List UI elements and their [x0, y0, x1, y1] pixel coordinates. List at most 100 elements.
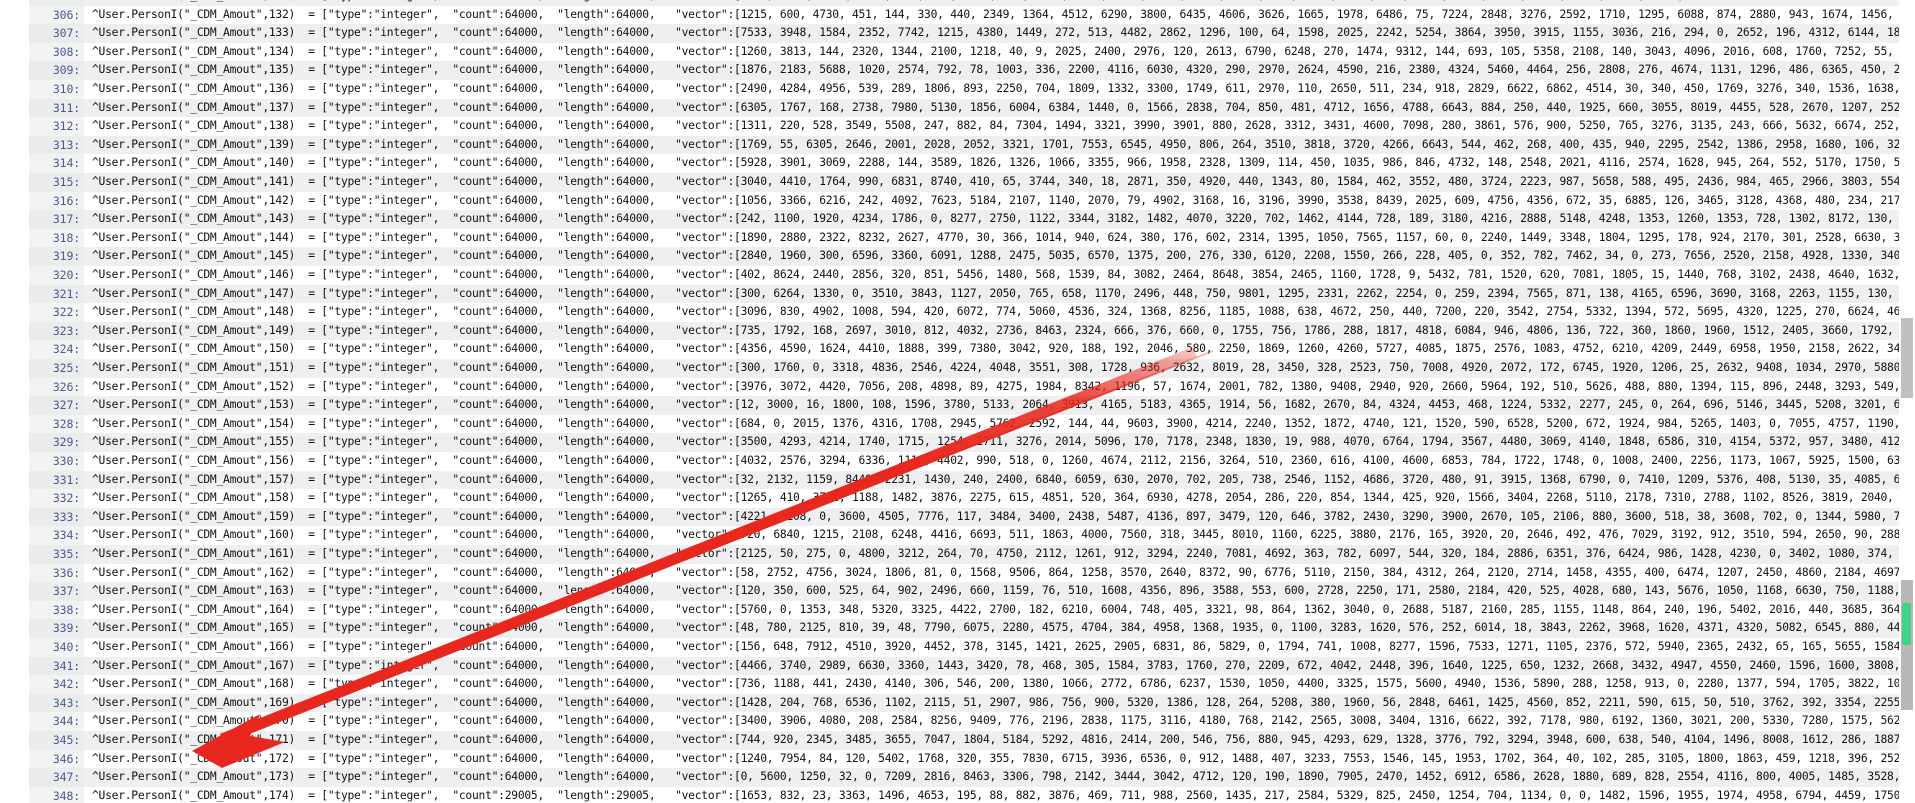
- line-number: 332:: [29, 489, 84, 508]
- code-line-row[interactable]: 313: ^User.PersonI("_CDM_Amout",139) = ["…: [0, 135, 1915, 155]
- line-number: 311:: [29, 98, 84, 118]
- code-line-row[interactable]: 307: ^User.PersonI("_CDM_Amout",133) = ["…: [0, 24, 1915, 43]
- code-line-row[interactable]: 315: ^User.PersonI("_CDM_Amout",141) = ["…: [0, 173, 1915, 192]
- line-number: 324:: [29, 340, 84, 359]
- code-line-row[interactable]: 348: ^User.PersonI("_CDM_Amout",174) = ["…: [0, 786, 1915, 803]
- scrollbar-thumb-upper[interactable]: [1901, 318, 1913, 398]
- code-line-row[interactable]: 323: ^User.PersonI("_CDM_Amout",149) = ["…: [0, 321, 1915, 341]
- line-number: 331:: [29, 470, 84, 490]
- code-line-row[interactable]: 322: ^User.PersonI("_CDM_Amout",148) = ["…: [0, 303, 1915, 322]
- code-line-text: ^User.PersonI("_CDM_Amout",167) = ["type…: [92, 658, 1915, 672]
- line-number: 314:: [29, 154, 84, 173]
- code-line-text: ^User.PersonI("_CDM_Amout",139) = ["type…: [92, 137, 1915, 151]
- code-line-row[interactable]: 340: ^User.PersonI("_CDM_Amout",166) = ["…: [0, 638, 1915, 657]
- line-number: 307:: [29, 24, 84, 43]
- code-line-row[interactable]: 345: ^User.PersonI("_CDM_Amout",171) = ["…: [0, 731, 1915, 750]
- vertical-scrollbar[interactable]: [1899, 0, 1915, 803]
- code-line-row[interactable]: 330: ^User.PersonI("_CDM_Amout",156) = ["…: [0, 452, 1915, 471]
- scrollbar-thumb[interactable]: [1901, 580, 1913, 710]
- code-line-text: ^User.PersonI("_CDM_Amout",155) = ["type…: [92, 435, 1914, 449]
- code-line-row[interactable]: 314: ^User.PersonI("_CDM_Amout",140) = ["…: [0, 154, 1915, 173]
- line-number: 348:: [29, 786, 84, 803]
- line-number: 346:: [29, 749, 84, 769]
- code-line-text: ^User.PersonI("_CDM_Amout",151) = ["type…: [92, 361, 1915, 374]
- code-line-text: ^User.PersonI("_CDM_Amout",146) = ["type…: [92, 268, 1915, 281]
- code-line-row[interactable]: 324: ^User.PersonI("_CDM_Amout",150) = ["…: [0, 340, 1915, 359]
- code-line-row[interactable]: 321: ^User.PersonI("_CDM_Amout",147) = ["…: [0, 284, 1915, 304]
- code-line-row[interactable]: 344: ^User.PersonI("_CDM_Amout",170) = ["…: [0, 712, 1915, 731]
- code-line-row[interactable]: 336: ^User.PersonI("_CDM_Amout",162) = ["…: [0, 563, 1915, 583]
- code-line-text: ^User.PersonI("_CDM_Amout",166) = ["type…: [92, 640, 1915, 653]
- line-number: 326:: [29, 377, 84, 397]
- code-line-row[interactable]: 329: ^User.PersonI("_CDM_Amout",155) = ["…: [0, 433, 1915, 452]
- code-line-row[interactable]: 311: ^User.PersonI("_CDM_Amout",137) = ["…: [0, 98, 1915, 118]
- code-line-text: ^User.PersonI("_CDM_Amout",143) = ["type…: [92, 212, 1915, 226]
- code-line-row[interactable]: 309: ^User.PersonI("_CDM_Amout",135) = ["…: [0, 61, 1915, 80]
- code-line-row[interactable]: 337: ^User.PersonI("_CDM_Amout",163) = ["…: [0, 582, 1915, 601]
- line-number: 330:: [29, 452, 84, 471]
- line-number: 313:: [29, 135, 84, 155]
- code-line-row[interactable]: 310: ^User.PersonI("_CDM_Amout",136) = ["…: [0, 80, 1915, 99]
- code-line-row[interactable]: 341: ^User.PersonI("_CDM_Amout",167) = ["…: [0, 656, 1915, 676]
- line-number: 334:: [29, 526, 84, 545]
- code-line-row[interactable]: 320: ^User.PersonI("_CDM_Amout",146) = ["…: [0, 266, 1915, 285]
- code-text-viewer[interactable]: 305:^User.PersonI("_CDM_Amout",131) = ["…: [0, 0, 1915, 803]
- line-number: 315:: [29, 173, 84, 192]
- line-number: 323:: [29, 321, 84, 341]
- line-number: 322:: [29, 303, 84, 322]
- line-number: 345:: [29, 731, 84, 750]
- code-line-row[interactable]: 333: ^User.PersonI("_CDM_Amout",159) = ["…: [0, 507, 1915, 527]
- code-line-text: ^User.PersonI("_CDM_Amout",150) = ["type…: [92, 342, 1914, 356]
- code-line-row[interactable]: 308: ^User.PersonI("_CDM_Amout",134) = ["…: [0, 42, 1915, 62]
- code-line-row[interactable]: 319: ^User.PersonI("_CDM_Amout",145) = ["…: [0, 247, 1915, 266]
- code-line-text: ^User.PersonI("_CDM_Amout",161) = ["type…: [92, 547, 1915, 560]
- code-line-text: ^User.PersonI("_CDM_Amout",163) = ["type…: [92, 584, 1915, 598]
- code-line-text: ^User.PersonI("_CDM_Amout",149) = ["type…: [92, 323, 1915, 337]
- code-line-text: ^User.PersonI("_CDM_Amout",159) = ["type…: [92, 509, 1915, 523]
- code-line-row[interactable]: 325: ^User.PersonI("_CDM_Amout",151) = ["…: [0, 359, 1915, 378]
- code-line-text: ^User.PersonI("_CDM_Amout",138) = ["type…: [92, 119, 1915, 133]
- code-line-row[interactable]: 346: ^User.PersonI("_CDM_Amout",172) = ["…: [0, 749, 1915, 769]
- line-number: 321:: [29, 284, 84, 304]
- code-line-text: ^User.PersonI("_CDM_Amout",171) = ["type…: [92, 733, 1915, 746]
- code-line-row[interactable]: 331: ^User.PersonI("_CDM_Amout",157) = ["…: [0, 470, 1915, 490]
- code-line-row[interactable]: 326: ^User.PersonI("_CDM_Amout",152) = ["…: [0, 377, 1915, 397]
- code-line-row[interactable]: 332: ^User.PersonI("_CDM_Amout",158) = ["…: [0, 489, 1915, 508]
- code-line-row[interactable]: 306: ^User.PersonI("_CDM_Amout",132) = ["…: [0, 5, 1915, 25]
- code-line-row[interactable]: 317: ^User.PersonI("_CDM_Amout",143) = ["…: [0, 210, 1915, 229]
- code-line-text: ^User.PersonI("_CDM_Amout",165) = ["type…: [92, 621, 1914, 635]
- line-number: 336:: [29, 563, 84, 583]
- code-line-text: ^User.PersonI("_CDM_Amout",158) = ["type…: [92, 491, 1915, 505]
- line-number: 325:: [29, 359, 84, 378]
- code-line-text: ^User.PersonI("_CDM_Amout",132) = ["type…: [92, 7, 1915, 21]
- code-line-row[interactable]: 343: ^User.PersonI("_CDM_Amout",169) = ["…: [0, 693, 1915, 713]
- code-line-text: ^User.PersonI("_CDM_Amout",144) = ["type…: [92, 230, 1915, 244]
- line-number: 318:: [29, 228, 84, 248]
- code-line-row[interactable]: 335: ^User.PersonI("_CDM_Amout",161) = ["…: [0, 545, 1915, 564]
- code-line-text: ^User.PersonI("_CDM_Amout",134) = ["type…: [92, 44, 1915, 58]
- line-number: 309:: [29, 61, 84, 80]
- line-number: 319:: [29, 247, 84, 266]
- code-line-row[interactable]: 327: ^User.PersonI("_CDM_Amout",153) = ["…: [0, 396, 1915, 415]
- code-line-row[interactable]: 316: ^User.PersonI("_CDM_Amout",142) = ["…: [0, 191, 1915, 211]
- code-line-text: ^User.PersonI("_CDM_Amout",157) = ["type…: [92, 472, 1915, 486]
- code-line-text: ^User.PersonI("_CDM_Amout",168) = ["type…: [92, 677, 1915, 691]
- line-number: 343:: [29, 693, 84, 713]
- code-line-text: ^User.PersonI("_CDM_Amout",136) = ["type…: [92, 82, 1915, 95]
- code-line-row[interactable]: 338: ^User.PersonI("_CDM_Amout",164) = ["…: [0, 600, 1915, 620]
- code-line-text: ^User.PersonI("_CDM_Amout",154) = ["type…: [92, 416, 1915, 430]
- code-line-row[interactable]: 342: ^User.PersonI("_CDM_Amout",168) = ["…: [0, 675, 1915, 694]
- code-line-row[interactable]: 328: ^User.PersonI("_CDM_Amout",154) = ["…: [0, 414, 1915, 434]
- code-line-text: ^User.PersonI("_CDM_Amout",153) = ["type…: [92, 398, 1915, 412]
- code-line-row[interactable]: 318: ^User.PersonI("_CDM_Amout",144) = ["…: [0, 228, 1915, 248]
- code-line-row[interactable]: 347: ^User.PersonI("_CDM_Amout",173) = ["…: [0, 768, 1915, 787]
- scrollbar-match-marker[interactable]: [1902, 603, 1911, 645]
- code-line-row[interactable]: 334: ^User.PersonI("_CDM_Amout",160) = ["…: [0, 526, 1915, 545]
- code-line-row[interactable]: 339: ^User.PersonI("_CDM_Amout",165) = ["…: [0, 619, 1915, 638]
- code-content-area[interactable]: 305:^User.PersonI("_CDM_Amout",131) = ["…: [0, 0, 1915, 803]
- code-line-row[interactable]: 312: ^User.PersonI("_CDM_Amout",138) = ["…: [0, 117, 1915, 136]
- line-number: 329:: [29, 433, 84, 452]
- code-line-text: ^User.PersonI("_CDM_Amout",162) = ["type…: [92, 565, 1915, 579]
- code-line-text: ^User.PersonI("_CDM_Amout",174) = ["type…: [92, 788, 1915, 802]
- code-line-text: ^User.PersonI("_CDM_Amout",141) = ["type…: [92, 175, 1914, 188]
